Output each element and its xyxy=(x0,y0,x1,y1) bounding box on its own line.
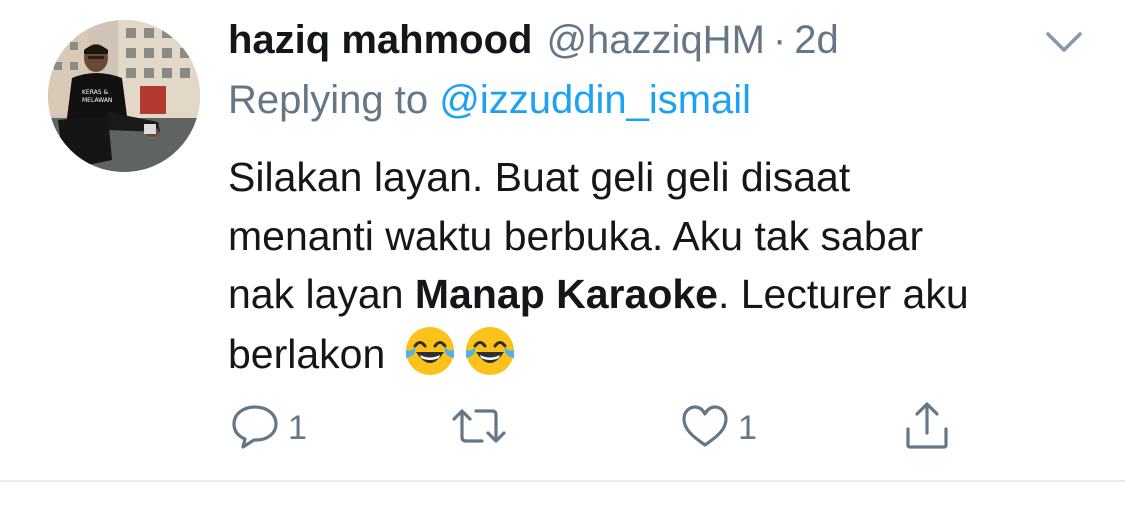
like-button[interactable]: 1 xyxy=(678,398,757,458)
tweet-text: Silakan layan. Buat geli geli disaat men… xyxy=(228,148,1088,383)
retweet-icon xyxy=(450,399,508,458)
tweet-text-line: nak layan Manap Karaoke. Lecturer aku xyxy=(228,265,1088,324)
bold-text: Manap Karaoke xyxy=(414,271,718,317)
tweet-text-segment: nak layan xyxy=(228,271,415,317)
tweet-text-line: menanti waktu berbuka. Aku tak sabar xyxy=(228,212,924,259)
svg-text:MELAWAN: MELAWAN xyxy=(82,97,112,104)
reply-button[interactable]: 1 xyxy=(228,398,307,458)
tweet-header: haziq mahmood @hazziqHM · 2d xyxy=(228,14,839,66)
reply-icon xyxy=(228,399,282,458)
tweet[interactable]: KERAS & MELAWAN haziq mahmood @hazziqHM … xyxy=(0,0,1125,480)
tweet-text-segment: . Lecturer aku xyxy=(717,271,969,317)
tears-of-joy-emoji-icon xyxy=(463,324,517,378)
share-button[interactable] xyxy=(900,398,954,458)
timestamp[interactable]: 2d xyxy=(794,14,839,66)
retweet-button[interactable] xyxy=(450,398,508,458)
tweet-text-line: Silakan layan. Buat geli geli disaat xyxy=(228,154,851,200)
like-count: 1 xyxy=(738,409,757,447)
avatar[interactable]: KERAS & MELAWAN xyxy=(48,20,200,172)
reply-mention-link[interactable]: @izzuddin_ismail xyxy=(439,78,751,122)
separator: · xyxy=(772,18,787,62)
chevron-down-icon[interactable] xyxy=(1044,28,1084,56)
user-handle[interactable]: @hazziqHM xyxy=(546,14,764,66)
tweet-text-line: berlakon xyxy=(228,324,1088,384)
divider xyxy=(0,480,1125,482)
tweet-text-segment: berlakon xyxy=(228,330,386,377)
tweet-actions: 1 1 xyxy=(228,398,988,458)
svg-text:KERAS &: KERAS & xyxy=(82,89,108,96)
reply-count: 1 xyxy=(288,409,307,447)
replying-to: Replying to @izzuddin_ismail xyxy=(228,74,751,126)
tears-of-joy-emoji-icon xyxy=(403,324,457,378)
share-icon xyxy=(900,399,954,458)
display-name[interactable]: haziq mahmood xyxy=(228,14,532,66)
like-icon xyxy=(678,399,732,458)
replying-to-label: Replying to xyxy=(228,78,440,122)
